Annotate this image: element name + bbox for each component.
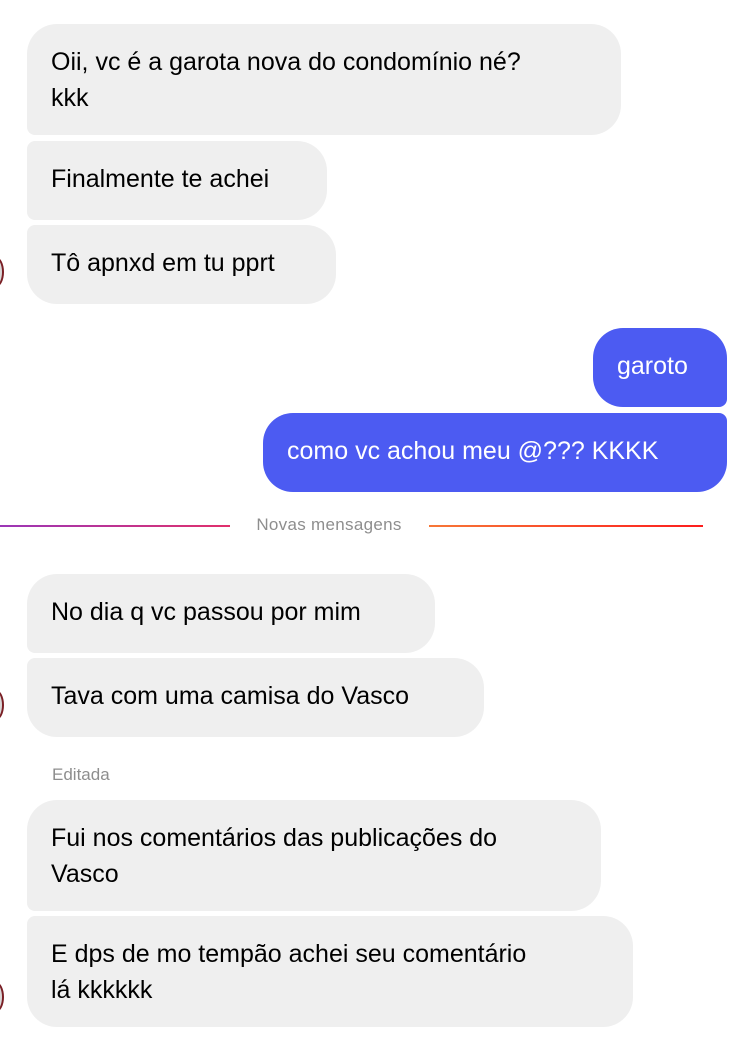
message-bubble-incoming[interactable]: Fui nos comentários das publicações do V… bbox=[27, 800, 601, 911]
message-bubble-incoming[interactable]: Finalmente te achei bbox=[27, 141, 327, 220]
contact-avatar-icon[interactable] bbox=[0, 257, 4, 287]
message-bubble-incoming[interactable]: E dps de mo tempão achei seu comentário … bbox=[27, 916, 633, 1027]
contact-avatar-icon[interactable] bbox=[0, 982, 4, 1012]
message-bubble-outgoing[interactable]: garoto bbox=[593, 328, 727, 407]
divider-line-right bbox=[429, 525, 703, 527]
message-bubble-incoming[interactable]: No dia q vc passou por mim bbox=[27, 574, 435, 653]
new-messages-divider-label: Novas mensagens bbox=[256, 515, 402, 534]
message-bubble-incoming[interactable]: Tô apnxd em tu pprt bbox=[27, 225, 336, 304]
edited-label: Editada bbox=[52, 765, 110, 784]
message-bubble-incoming[interactable]: Oii, vc é a garota nova do condomínio né… bbox=[27, 24, 621, 135]
contact-avatar-icon[interactable] bbox=[0, 690, 4, 720]
divider-line-left bbox=[0, 525, 230, 527]
message-bubble-outgoing[interactable]: como vc achou meu @??? KKKK bbox=[263, 413, 727, 492]
message-bubble-incoming[interactable]: Tava com uma camisa do Vasco bbox=[27, 658, 484, 737]
